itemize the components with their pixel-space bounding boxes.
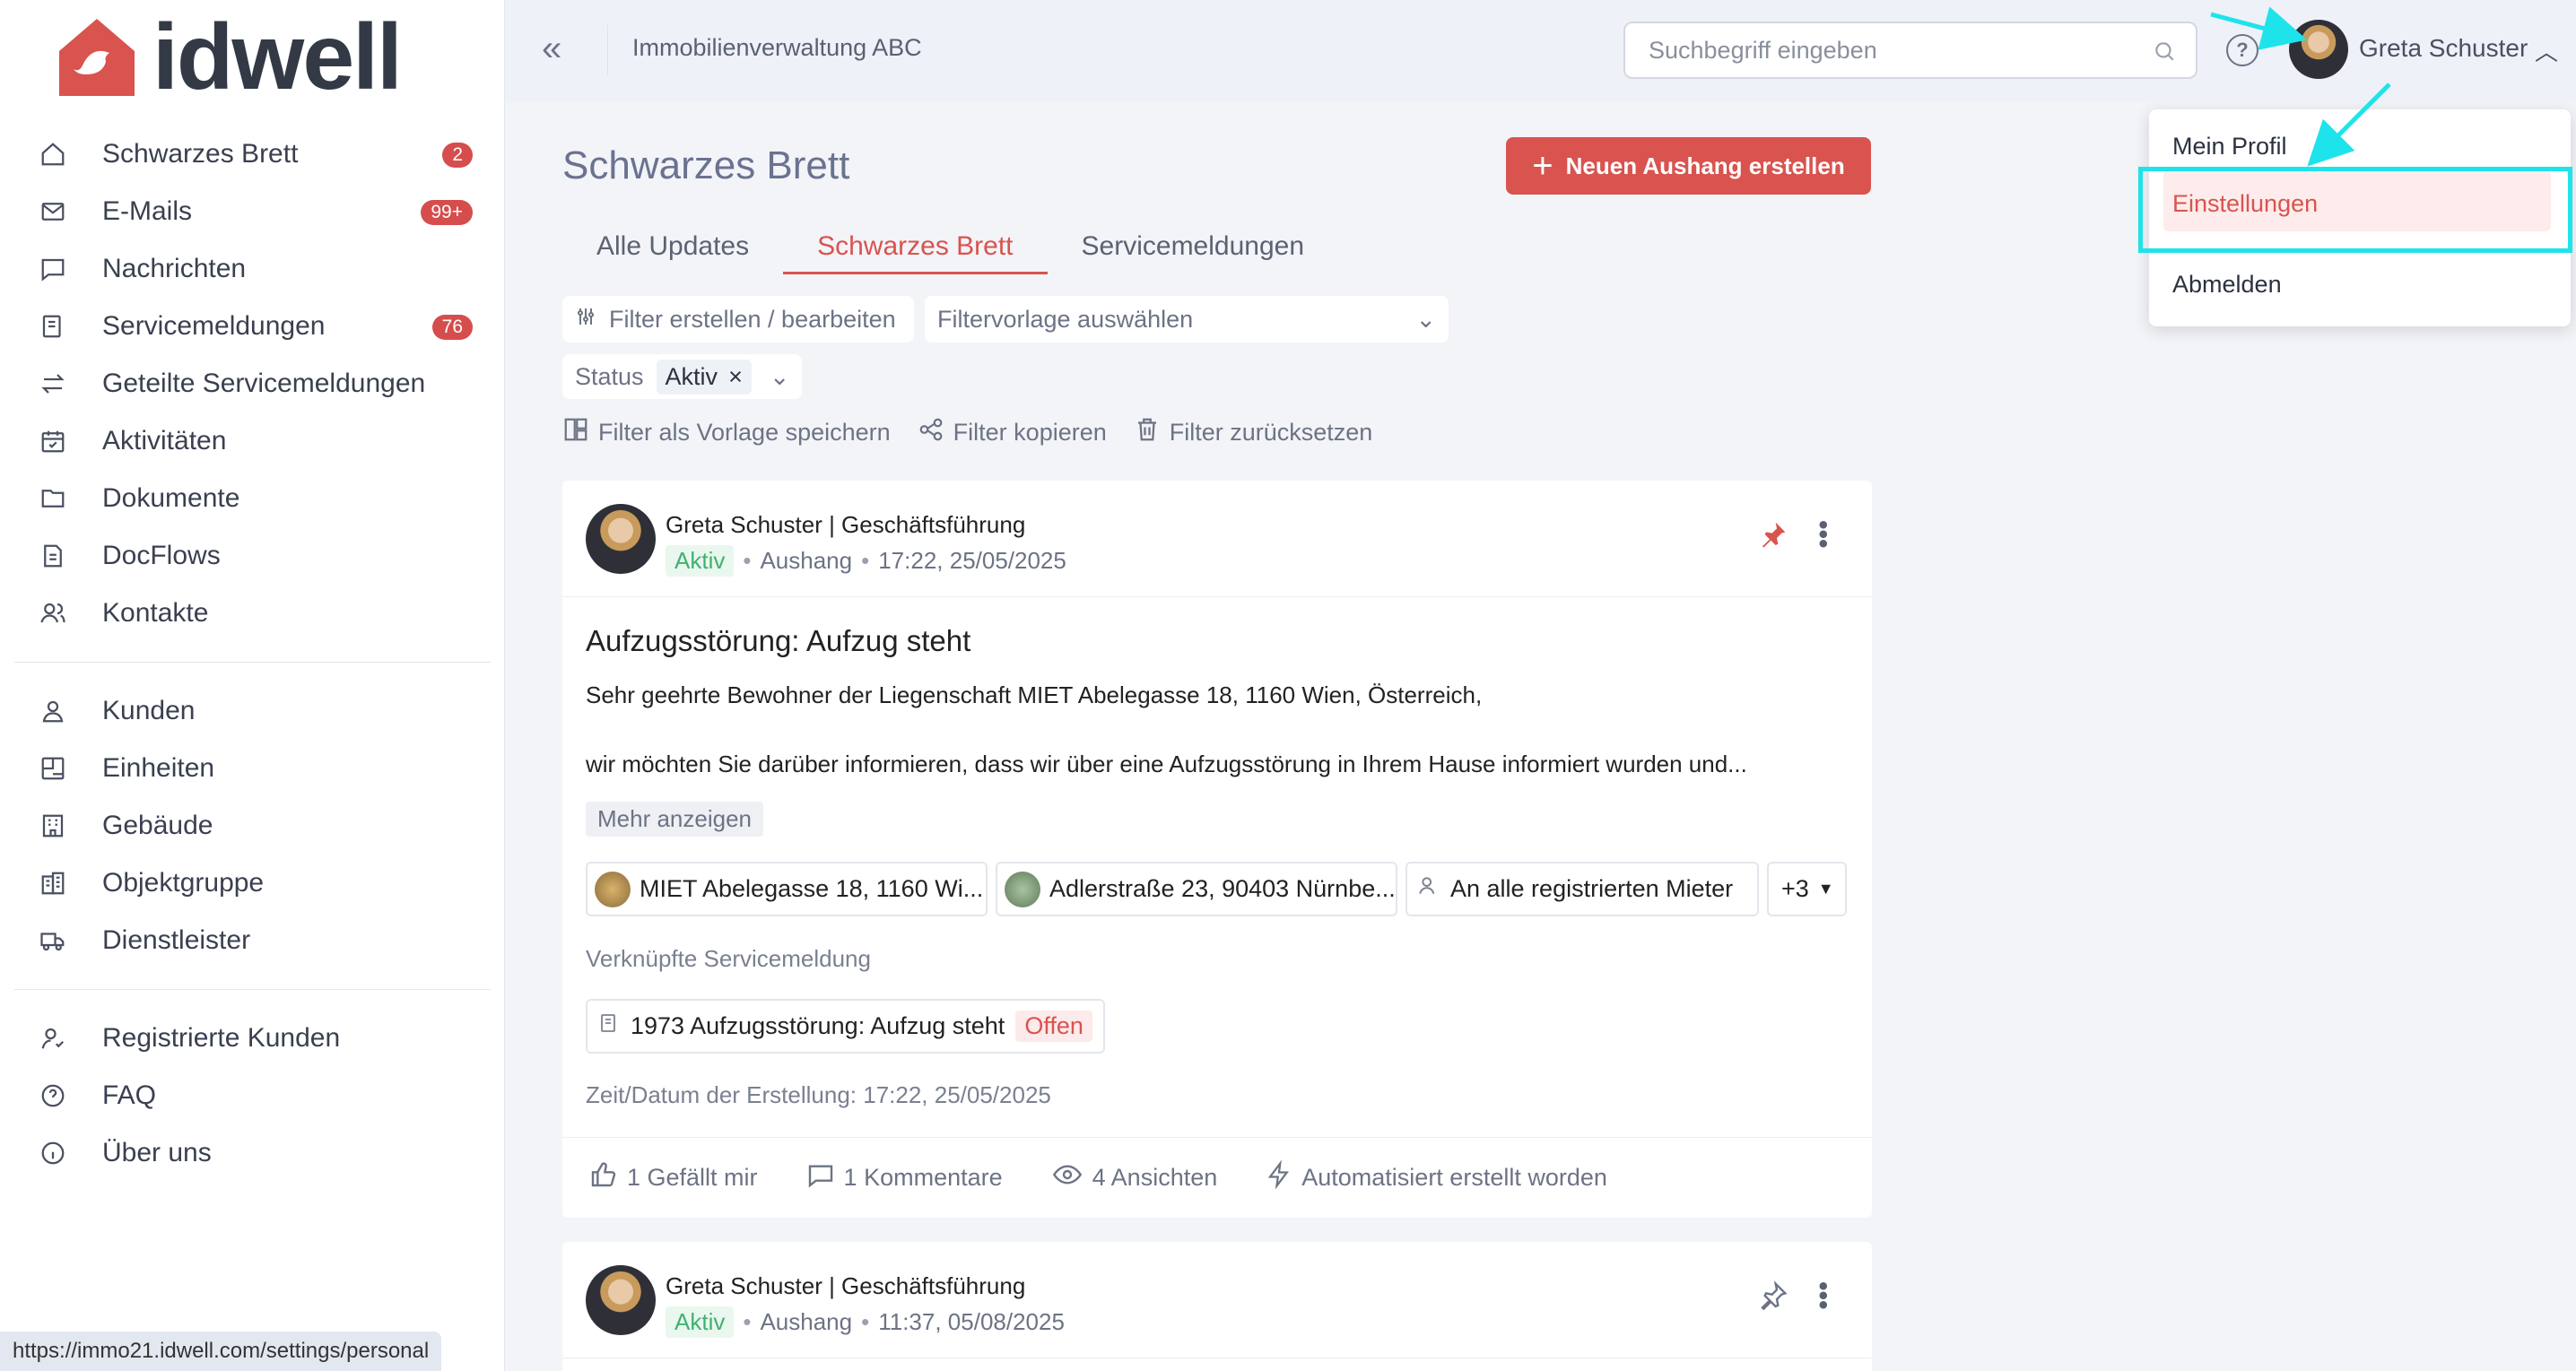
status-bar-url: https://immo21.idwell.com/settings/perso… <box>0 1332 442 1371</box>
arrow-to-settings <box>2307 82 2391 167</box>
annotation-arrows <box>2210 6 2391 167</box>
arrow-to-avatar <box>2210 6 2308 50</box>
